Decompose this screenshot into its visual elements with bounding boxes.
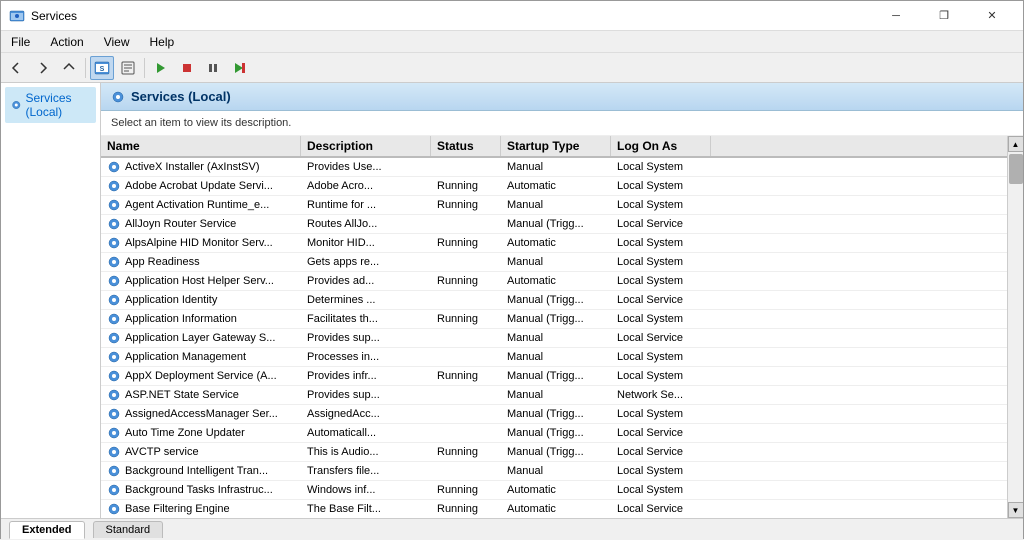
table-row[interactable]: AlpsAlpine HID Monitor Serv...Monitor HI…: [101, 234, 1007, 253]
scroll-thumb[interactable]: [1009, 154, 1023, 184]
pause-button[interactable]: [201, 56, 225, 80]
table-row[interactable]: Application ManagementProcesses in...Man…: [101, 348, 1007, 367]
services-table[interactable]: Name Description Status Startup Type Log…: [101, 136, 1007, 518]
stop-button[interactable]: [175, 56, 199, 80]
service-icon: [107, 274, 121, 288]
col-status[interactable]: Status: [431, 136, 501, 156]
table-row[interactable]: ASP.NET State ServiceProvides sup...Manu…: [101, 386, 1007, 405]
sidebar-item-label: Services (Local): [26, 91, 91, 119]
up-button[interactable]: [57, 56, 81, 80]
table-row[interactable]: Application Layer Gateway S...Provides s…: [101, 329, 1007, 348]
service-icon: [107, 236, 121, 250]
status-bar: Extended Standard: [1, 518, 1023, 540]
table-row[interactable]: Adobe Acrobat Update Servi...Adobe Acro.…: [101, 177, 1007, 196]
table-row[interactable]: Background Tasks Infrastruc...Windows in…: [101, 481, 1007, 500]
service-icon: [107, 426, 121, 440]
table-row[interactable]: AllJoyn Router ServiceRoutes AllJo...Man…: [101, 215, 1007, 234]
main-container: Services (Local) Services (Local) Select…: [1, 83, 1023, 518]
service-icon: [107, 217, 121, 231]
sidebar-item-services-local[interactable]: Services (Local): [5, 87, 96, 123]
scrollbar[interactable]: ▲ ▼: [1007, 136, 1023, 518]
service-icon: [107, 160, 121, 174]
menu-view[interactable]: View: [94, 33, 140, 51]
table-row[interactable]: App ReadinessGets apps re...ManualLocal …: [101, 253, 1007, 272]
close-button[interactable]: ✕: [969, 1, 1015, 31]
table-row[interactable]: AppX Deployment Service (A...Provides in…: [101, 367, 1007, 386]
menu-action[interactable]: Action: [40, 33, 93, 51]
content-area: Services (Local) Select an item to view …: [101, 83, 1023, 518]
service-icon: [107, 312, 121, 326]
content-header-icon: [111, 90, 125, 104]
menu-bar: File Action View Help: [1, 31, 1023, 53]
title-bar-left: Services: [9, 8, 77, 24]
tab-extended[interactable]: Extended: [9, 521, 85, 539]
table-row[interactable]: Application InformationFacilitates th...…: [101, 310, 1007, 329]
menu-file[interactable]: File: [1, 33, 40, 51]
service-icon: [107, 464, 121, 478]
toolbar-sep-2: [144, 58, 145, 78]
service-icon: [107, 483, 121, 497]
toolbar-sep-1: [85, 58, 86, 78]
table-row[interactable]: AVCTP serviceThis is Audio...RunningManu…: [101, 443, 1007, 462]
forward-button[interactable]: [31, 56, 55, 80]
service-icon: [107, 350, 121, 364]
scroll-down-button[interactable]: ▼: [1008, 502, 1024, 518]
table-row[interactable]: Application IdentityDetermines ...Manual…: [101, 291, 1007, 310]
table-row[interactable]: AssignedAccessManager Ser...AssignedAcc.…: [101, 405, 1007, 424]
col-logon[interactable]: Log On As: [611, 136, 711, 156]
col-startup-type[interactable]: Startup Type: [501, 136, 611, 156]
description-bar: Select an item to view its description.: [101, 111, 1023, 136]
service-icon: [107, 198, 121, 212]
app-icon: [9, 8, 25, 24]
table-row[interactable]: Agent Activation Runtime_e...Runtime for…: [101, 196, 1007, 215]
scroll-track: [1009, 152, 1023, 502]
col-name[interactable]: Name: [101, 136, 301, 156]
col-description[interactable]: Description: [301, 136, 431, 156]
minimize-button[interactable]: ─: [873, 1, 919, 31]
content-header-title: Services (Local): [131, 89, 231, 104]
table-row[interactable]: Auto Time Zone UpdaterAutomaticall...Man…: [101, 424, 1007, 443]
service-icon: [107, 293, 121, 307]
service-icon: [107, 445, 121, 459]
table-row[interactable]: Application Host Helper Serv...Provides …: [101, 272, 1007, 291]
table-header: Name Description Status Startup Type Log…: [101, 136, 1007, 158]
table-body: ActiveX Installer (AxInstSV)Provides Use…: [101, 158, 1007, 518]
description-text: Select an item to view its description.: [111, 117, 291, 129]
table-row[interactable]: Background Intelligent Tran...Transfers …: [101, 462, 1007, 481]
back-button[interactable]: [5, 56, 29, 80]
restore-button[interactable]: ❐: [921, 1, 967, 31]
scroll-up-button[interactable]: ▲: [1008, 136, 1024, 152]
window-title: Services: [31, 9, 77, 23]
menu-help[interactable]: Help: [140, 33, 185, 51]
service-icon: [107, 502, 121, 516]
service-icon: [107, 179, 121, 193]
service-icon: [107, 407, 121, 421]
restart-button[interactable]: [227, 56, 251, 80]
service-icon: [107, 369, 121, 383]
toolbar: S: [1, 53, 1023, 83]
service-icon: [107, 331, 121, 345]
svg-text:S: S: [100, 66, 105, 73]
table-row[interactable]: ActiveX Installer (AxInstSV)Provides Use…: [101, 158, 1007, 177]
service-icon: [107, 255, 121, 269]
title-controls: ─ ❐ ✕: [873, 1, 1015, 31]
tab-standard[interactable]: Standard: [93, 521, 164, 538]
properties-button[interactable]: [116, 56, 140, 80]
show-hide-button[interactable]: S: [90, 56, 114, 80]
title-bar: Services ─ ❐ ✕: [1, 1, 1023, 31]
start-button[interactable]: [149, 56, 173, 80]
services-icon: [11, 98, 22, 112]
table-row[interactable]: Base Filtering EngineThe Base Filt...Run…: [101, 500, 1007, 518]
table-container: Name Description Status Startup Type Log…: [101, 136, 1023, 518]
sidebar: Services (Local): [1, 83, 101, 518]
service-icon: [107, 388, 121, 402]
content-header: Services (Local): [101, 83, 1023, 111]
